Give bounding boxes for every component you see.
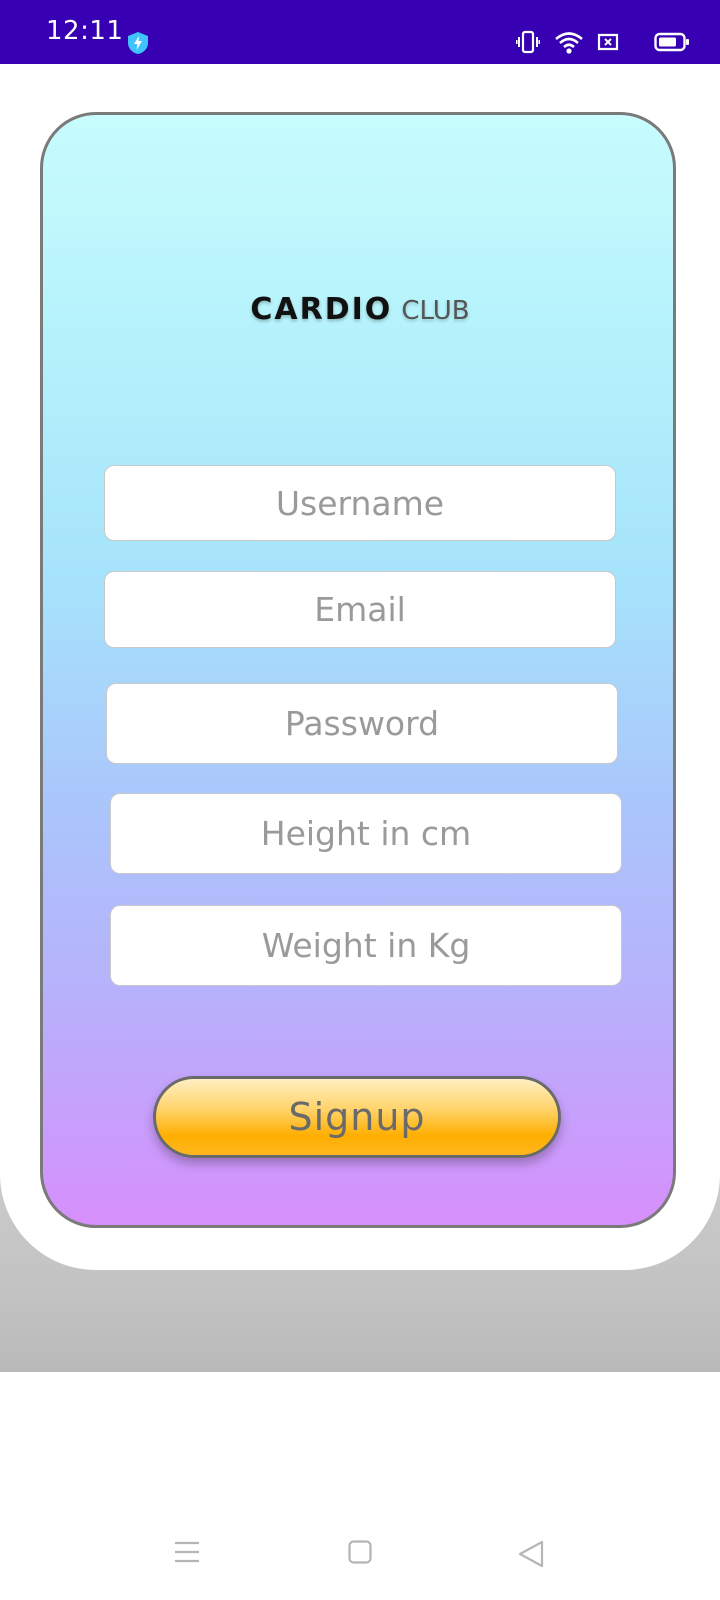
- email-input[interactable]: Email: [104, 571, 616, 648]
- status-bar: 12:11: [0, 0, 720, 64]
- sim-icon: [597, 33, 619, 51]
- battery-icon: [654, 32, 689, 52]
- status-time: 12:11: [46, 16, 124, 46]
- home-square-icon[interactable]: [348, 1540, 372, 1564]
- shield-bolt-icon: [128, 32, 148, 54]
- weight-input[interactable]: Weight in Kg: [110, 905, 622, 986]
- signup-label: Signup: [288, 1095, 426, 1139]
- brand-subtitle: CLUB: [401, 296, 470, 326]
- wifi-icon: [555, 32, 583, 54]
- back-triangle-icon[interactable]: [518, 1540, 544, 1568]
- app-logo: CARDIO CLUB: [0, 292, 720, 327]
- signup-button[interactable]: Signup: [153, 1076, 561, 1158]
- email-placeholder: Email: [314, 590, 406, 629]
- brand-title: CARDIO: [250, 292, 393, 327]
- username-input[interactable]: Username: [104, 465, 616, 541]
- username-placeholder: Username: [275, 483, 445, 523]
- height-placeholder: Height in cm: [260, 814, 472, 853]
- password-placeholder: Password: [284, 704, 440, 743]
- password-input[interactable]: Password: [106, 683, 618, 764]
- menu-icon[interactable]: [174, 1540, 200, 1564]
- vibrate-icon: [516, 30, 540, 54]
- weight-placeholder: Weight in Kg: [261, 926, 471, 965]
- height-input[interactable]: Height in cm: [110, 793, 622, 874]
- signup-card: [40, 112, 676, 1228]
